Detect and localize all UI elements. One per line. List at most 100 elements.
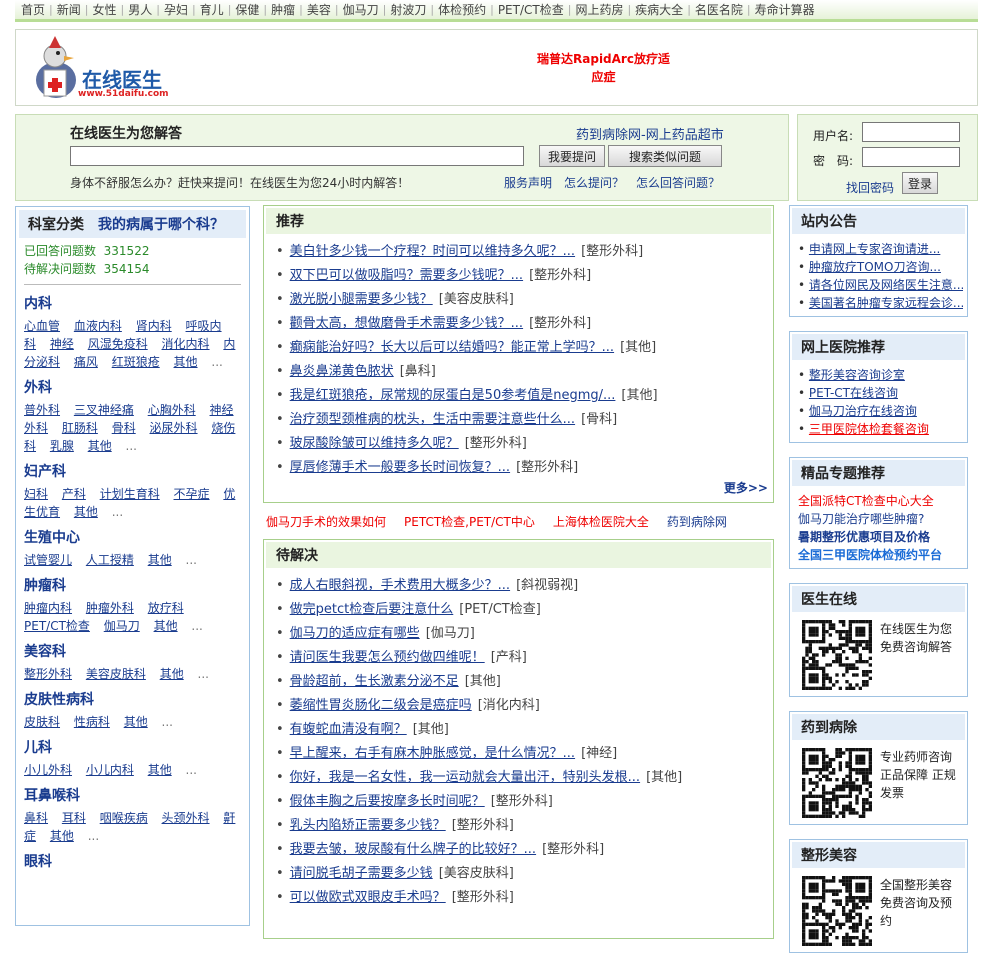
category-link[interactable]: 痛风 xyxy=(74,355,98,369)
list-link[interactable]: 请各位网民及网络医生注意... xyxy=(809,278,963,292)
question-link[interactable]: 乳头内陷矫正需要多少钱？ xyxy=(290,818,446,833)
category-title[interactable]: 妇产科 xyxy=(24,461,249,481)
category-link[interactable]: 其他 xyxy=(88,439,112,453)
category-link[interactable]: 肾内科 xyxy=(136,319,172,333)
category-link[interactable]: 小儿外科 xyxy=(24,763,72,777)
category-link[interactable]: 其他 xyxy=(124,715,148,729)
category-title[interactable]: 儿科 xyxy=(24,737,249,757)
category-title[interactable]: 美容科 xyxy=(24,641,249,661)
category-link[interactable]: 其他 xyxy=(160,667,184,681)
question-link[interactable]: 假体丰胸之后要按摩多长时间呢？ xyxy=(290,794,485,809)
nav-item[interactable]: 男人 xyxy=(128,1,152,18)
list-link[interactable]: PET-CT在线咨询 xyxy=(809,386,898,400)
category-title[interactable]: 耳鼻喉科 xyxy=(24,785,249,805)
nav-item[interactable]: 女性 xyxy=(92,1,116,18)
more-link[interactable]: 更多>> xyxy=(724,481,768,495)
category-link[interactable]: 其他 xyxy=(174,355,198,369)
nav-item[interactable]: 育儿 xyxy=(200,1,224,18)
question-input[interactable] xyxy=(70,146,524,166)
question-link[interactable]: 美白针多少钱一个疗程？时间可以维持多久呢？... xyxy=(290,244,575,259)
question-link[interactable]: 鼻炎鼻涕黄色脓状 xyxy=(290,364,394,379)
category-link[interactable]: 神经 xyxy=(50,337,74,351)
category-link[interactable]: 心血管 xyxy=(24,319,60,333)
question-link[interactable]: 颧骨太高，想做磨骨手术需要多少钱？... xyxy=(290,316,523,331)
nav-item[interactable]: 保健 xyxy=(235,1,259,18)
category-link[interactable]: 妇科 xyxy=(24,487,48,501)
category-link[interactable]: 咽喉疾病 xyxy=(100,811,148,825)
list-link[interactable]: 肿瘤放疗TOMO刀咨询... xyxy=(809,260,941,274)
question-link[interactable]: 做完petct检查后要注意什么 xyxy=(290,602,454,617)
how-to-answer-link[interactable]: 怎么回答问题？ xyxy=(636,174,720,191)
my-department-link[interactable]: 我的病属于哪个科？ xyxy=(98,214,224,234)
category-link[interactable]: 血液内科 xyxy=(74,319,122,333)
search-similar-button[interactable]: 搜索类似问题 xyxy=(608,145,722,167)
category-link[interactable]: 其他 xyxy=(74,505,98,519)
question-link[interactable]: 有蝮蛇血清没有啊？ xyxy=(290,722,407,737)
forgot-password-link[interactable]: 找回密码 xyxy=(846,179,894,196)
nav-item[interactable]: 疾病大全 xyxy=(635,1,683,18)
category-link[interactable]: 美容皮肤科 xyxy=(86,667,146,681)
question-link[interactable]: 癫痫能治好吗？长大以后可以结婚吗？能正常上学吗？... xyxy=(290,340,614,355)
list-link[interactable]: 美国著名肿瘤专家远程会诊... xyxy=(809,296,963,310)
category-title[interactable]: 眼科 xyxy=(24,851,249,871)
category-link[interactable]: 心胸外科 xyxy=(148,403,196,417)
nav-item[interactable]: 体检预约 xyxy=(438,1,486,18)
question-link[interactable]: 请问医生我要怎么预约做四维呢！ xyxy=(290,650,485,665)
premium-link[interactable]: 暑期整形优惠项目及价格 xyxy=(798,528,961,546)
category-link[interactable]: 其他 xyxy=(148,763,172,777)
question-link[interactable]: 伽马刀的适应症有哪些 xyxy=(290,626,420,641)
how-to-ask-link[interactable]: 怎么提问？ xyxy=(564,174,624,191)
category-link[interactable]: 鼻科 xyxy=(24,811,48,825)
category-title[interactable]: 内科 xyxy=(24,293,249,313)
list-link[interactable]: 整形美容咨询诊室 xyxy=(809,368,905,382)
category-title[interactable]: 皮肤性病科 xyxy=(24,689,249,709)
category-link[interactable]: 伽马刀 xyxy=(104,619,140,633)
password-input[interactable] xyxy=(862,147,960,167)
nav-item[interactable]: 肿瘤 xyxy=(271,1,295,18)
category-link[interactable]: 人工授精 xyxy=(86,553,134,567)
pharmacy-link[interactable]: 药到病除网-网上药品超市 xyxy=(576,124,724,143)
category-link[interactable]: 其他 xyxy=(154,619,178,633)
nav-item[interactable]: 首页 xyxy=(21,1,45,18)
category-title[interactable]: 生殖中心 xyxy=(24,527,249,547)
question-link[interactable]: 萎缩性胃炎肠化二级会是癌症吗 xyxy=(290,698,472,713)
nav-item[interactable]: 网上药房 xyxy=(575,1,623,18)
category-link[interactable]: 试管婴儿 xyxy=(24,553,72,567)
category-link[interactable]: 不孕症 xyxy=(174,487,210,501)
nav-item[interactable]: 射波刀 xyxy=(390,1,426,18)
category-title[interactable]: 肿瘤科 xyxy=(24,575,249,595)
promo-link[interactable]: 上海体检医院大全 xyxy=(553,513,649,530)
category-link[interactable]: 放疗科 xyxy=(148,601,184,615)
category-link[interactable]: 普外科 xyxy=(24,403,60,417)
category-link[interactable]: 皮肤科 xyxy=(24,715,60,729)
category-link[interactable]: PET/CT检查 xyxy=(24,619,90,633)
question-link[interactable]: 厚唇修薄手术一般要多长时间恢复？... xyxy=(290,460,510,475)
question-link[interactable]: 双下巴可以做吸脂吗？需要多少钱呢？... xyxy=(290,268,523,283)
category-link[interactable]: 其他 xyxy=(148,553,172,567)
nav-item[interactable]: 伽马刀 xyxy=(343,1,379,18)
site-logo[interactable]: 在线医生 www.51daifu.com xyxy=(28,34,169,102)
category-link[interactable]: 头颈外科 xyxy=(162,811,210,825)
category-link[interactable]: 泌尿外科 xyxy=(150,421,198,435)
promo-link[interactable]: PETCT检查,PET/CT中心 xyxy=(404,513,535,530)
category-link[interactable]: 肿瘤内科 xyxy=(24,601,72,615)
premium-link[interactable]: 全国三甲医院体检预约平台 xyxy=(798,546,961,564)
question-link[interactable]: 早上醒来，右手有麻木肿胀感觉，是什么情况？... xyxy=(290,746,575,761)
category-link[interactable]: 肿瘤外科 xyxy=(86,601,134,615)
category-link[interactable]: 骨科 xyxy=(112,421,136,435)
question-link[interactable]: 我是红斑狼疮，尿常规的尿蛋白是50参考值是negmg/... xyxy=(290,388,616,403)
question-link[interactable]: 请问脱毛胡子需要多少钱 xyxy=(290,866,433,881)
nav-item[interactable]: 名医名院 xyxy=(695,1,743,18)
category-title[interactable]: 外科 xyxy=(24,377,249,397)
category-link[interactable]: 三叉神经痛 xyxy=(74,403,134,417)
question-link[interactable]: 我要去皱，玻尿酸有什么牌子的比较好？... xyxy=(290,842,536,857)
category-link[interactable]: 乳腺 xyxy=(50,439,74,453)
promo-link[interactable]: 药到病除网 xyxy=(667,513,727,530)
category-link[interactable]: 风湿免疫科 xyxy=(88,337,148,351)
question-link[interactable]: 激光脱小腿需要多少钱？ xyxy=(290,292,433,307)
question-link[interactable]: 治疗颈型颈椎病的枕头，生活中需要注意些什么... xyxy=(290,412,575,427)
username-input[interactable] xyxy=(862,122,960,142)
nav-item[interactable]: 美容 xyxy=(307,1,331,18)
ask-button[interactable]: 我要提问 xyxy=(539,145,605,167)
question-link[interactable]: 你好，我是一名女性，我一运动就会大量出汗，特别头发根... xyxy=(290,770,640,785)
